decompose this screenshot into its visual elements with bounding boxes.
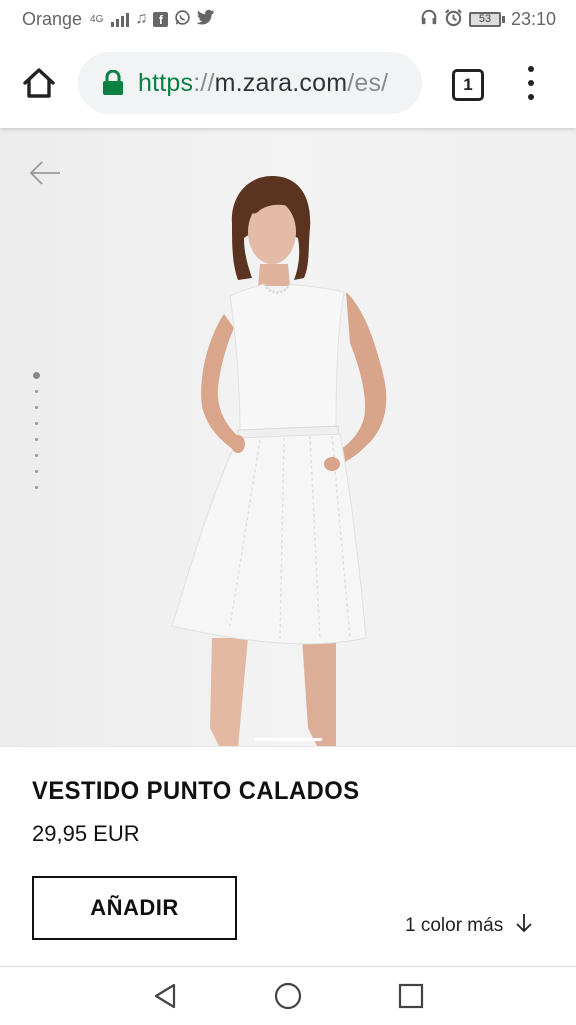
- back-triangle-icon[interactable]: [150, 981, 180, 1011]
- gallery-dot[interactable]: [34, 470, 38, 473]
- gallery-dot[interactable]: [34, 486, 38, 489]
- carrier-label: Orange: [22, 8, 83, 29]
- clock-label: 23:10: [510, 8, 556, 29]
- address-bar[interactable]: https://m.zara.com/es/: [78, 52, 422, 114]
- gallery-dot[interactable]: [32, 372, 40, 379]
- facebook-icon: f: [153, 11, 169, 27]
- battery-icon: 53: [468, 11, 505, 27]
- status-right: 53 23:10: [420, 8, 556, 31]
- gallery-dot[interactable]: [34, 438, 38, 441]
- system-nav-bar: [0, 966, 576, 1025]
- back-arrow-icon[interactable]: [28, 158, 62, 188]
- swipe-indicator: [254, 738, 322, 741]
- product-info-panel: VESTIDO PUNTO CALADOS 29,95 EUR AÑADIR 1…: [0, 746, 576, 967]
- gallery-dot[interactable]: [34, 422, 38, 425]
- product-photo: [171, 176, 387, 746]
- product-price: 29,95 EUR: [32, 821, 140, 846]
- network-type-label: 4G: [90, 13, 104, 25]
- home-circle-icon[interactable]: [273, 981, 303, 1011]
- recents-square-icon[interactable]: [396, 981, 426, 1011]
- product-name: VESTIDO PUNTO CALADOS: [32, 777, 360, 805]
- status-bar: Orange 4G ♫ f 53 23:10: [0, 0, 576, 38]
- gallery-dot[interactable]: [34, 454, 38, 457]
- home-icon[interactable]: [20, 64, 58, 102]
- url-scheme: https: [138, 69, 194, 97]
- more-colors-label: 1 color más: [405, 915, 504, 936]
- browser-toolbar: https://m.zara.com/es/ 1: [0, 38, 576, 128]
- gallery-dot[interactable]: [34, 406, 38, 409]
- add-to-cart-button[interactable]: AÑADIR: [32, 876, 237, 940]
- status-left: Orange 4G ♫ f: [22, 9, 215, 30]
- tabs-icon[interactable]: 1: [452, 69, 484, 101]
- gallery-pagination-dots: [32, 372, 40, 502]
- lock-icon: [102, 69, 124, 96]
- url-separator: ://: [193, 69, 215, 97]
- whatsapp-icon: [174, 9, 191, 30]
- twitter-icon: [196, 9, 215, 29]
- url-host: m.zara.com: [214, 69, 348, 97]
- product-image-gallery[interactable]: [0, 128, 576, 746]
- gallery-dot[interactable]: [34, 390, 38, 393]
- signal-icon: [111, 11, 130, 27]
- battery-level: 53: [468, 11, 501, 27]
- arrow-down-icon: [515, 913, 533, 939]
- url-path: /es/: [347, 69, 389, 97]
- headphones-icon: [420, 8, 438, 30]
- url-text: https://m.zara.com/es/: [138, 69, 388, 98]
- more-vert-icon[interactable]: [519, 66, 543, 100]
- more-colors-link[interactable]: 1 color más: [405, 913, 533, 939]
- music-icon: ♫: [135, 10, 148, 27]
- alarm-icon: [444, 8, 463, 31]
